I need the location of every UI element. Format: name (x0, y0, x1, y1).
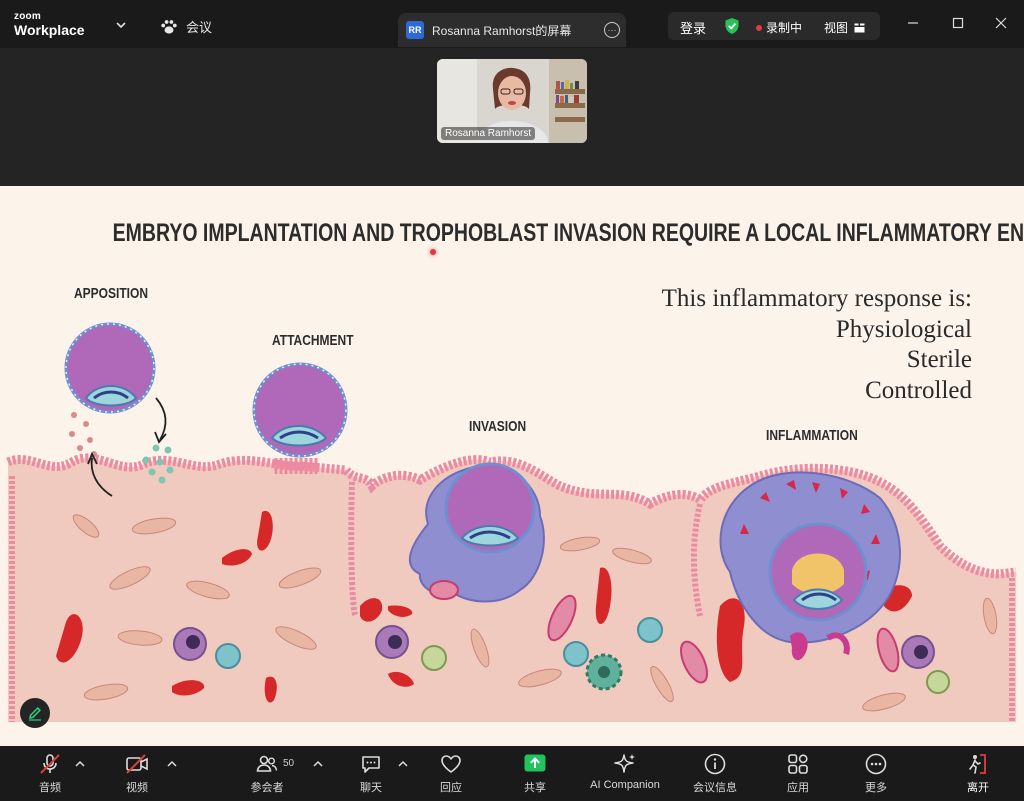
stage-label-attachment: ATTACHMENT (272, 332, 354, 349)
chat-options-chevron-icon[interactable] (398, 760, 408, 768)
response-line-physiological: Physiological (835, 315, 972, 343)
minimize-icon[interactable] (906, 16, 920, 30)
zoom-workplace-logo[interactable]: zoom Workplace (14, 11, 85, 38)
ai-companion-button[interactable]: AI Companion (582, 752, 668, 791)
reactions-label: 回应 (440, 782, 462, 794)
heart-icon (441, 755, 461, 773)
response-line-controlled: Controlled (865, 376, 972, 404)
share-tab-title: Rosanna Ramhorst的屏幕 (432, 23, 572, 38)
recording-label: 录制中 (766, 21, 803, 35)
microphone-muted-icon (40, 754, 60, 774)
response-line-intro: This inflammatory response is: (661, 285, 972, 312)
video-button[interactable]: 视频 (102, 752, 172, 795)
share-screen-icon (524, 754, 546, 772)
stage-label-invasion: INVASION (469, 418, 527, 435)
shared-screen-content[interactable]: EMBRYO IMPLANTATION AND TROPHOBLAST INVA… (0, 186, 1024, 746)
more-label: 更多 (865, 782, 887, 794)
video-label: 视频 (126, 782, 148, 794)
meeting-label: 会议 (186, 20, 213, 35)
participants-options-chevron-icon[interactable] (313, 760, 323, 768)
chat-button[interactable]: 聊天 (336, 752, 406, 795)
login-button[interactable]: 登录 (680, 18, 706, 37)
paw-icon (161, 19, 177, 34)
pencil-icon (29, 706, 42, 721)
recording-indicator[interactable]: 录制中 (756, 19, 802, 36)
meeting-menu-button[interactable]: 会议 (160, 17, 212, 36)
maximize-icon[interactable] (951, 16, 965, 30)
brand-small: zoom (14, 11, 41, 22)
annotate-button[interactable] (20, 698, 50, 728)
leave-door-icon (969, 754, 986, 774)
audio-label: 音频 (39, 782, 61, 794)
audio-options-chevron-icon[interactable] (75, 760, 85, 768)
more-button[interactable]: 更多 (841, 752, 911, 795)
response-line-sterile: Sterile (906, 346, 972, 373)
brand-name: Workplace (14, 22, 85, 38)
view-button[interactable]: 视图 (824, 19, 865, 36)
ai-sparkle-icon (614, 754, 635, 773)
more-options-icon[interactable]: ··· (604, 22, 620, 38)
reactions-button[interactable]: 回应 (416, 752, 486, 795)
grid-view-icon (854, 23, 865, 32)
participant-video[interactable]: Rosanna Ramhorst (437, 59, 587, 143)
apps-label: 应用 (787, 782, 809, 794)
close-icon[interactable] (994, 16, 1008, 30)
meeting-toolbar: 音频 视频 参会者 50 聊天 回应 共享 AI Companion 会议信息 … (0, 746, 1024, 801)
apps-icon (788, 754, 808, 774)
screen-share-tab[interactable]: RR Rosanna Ramhorst的屏幕 ··· (398, 13, 626, 47)
chat-label: 聊天 (360, 782, 382, 794)
share-label: 共享 (524, 782, 546, 794)
stage-label-inflammation: INFLAMMATION (766, 427, 858, 444)
chat-icon (362, 756, 380, 773)
meeting-info-label: 会议信息 (693, 782, 737, 794)
chevron-down-icon[interactable] (116, 21, 126, 29)
participants-icon (256, 755, 278, 772)
zoom-window: zoom Workplace 会议 RR Rosanna Ramhorst的屏幕… (0, 0, 1024, 801)
ai-companion-label: AI Companion (590, 779, 660, 791)
view-label: 视图 (824, 21, 849, 35)
encryption-shield-icon[interactable] (724, 17, 740, 35)
header-status-group: 登录 录制中 视图 (668, 12, 880, 40)
recording-dot-icon (756, 24, 762, 31)
participant-name: Rosanna Ramhorst (441, 127, 536, 140)
meeting-info-button[interactable]: 会议信息 (680, 752, 750, 795)
stage-label-apposition: APPOSITION (74, 285, 149, 302)
share-button[interactable]: 共享 (500, 752, 570, 795)
audio-button[interactable]: 音频 (15, 752, 85, 795)
leave-button[interactable]: 离开 (943, 752, 1013, 795)
participants-label: 参会者 (250, 782, 284, 794)
apps-button[interactable]: 应用 (763, 752, 833, 795)
leave-label: 离开 (967, 782, 989, 794)
more-icon (865, 753, 887, 775)
inflammatory-response-text: This inflammatory response is: Physiolog… (662, 284, 972, 406)
video-options-chevron-icon[interactable] (167, 760, 177, 768)
title-bar: zoom Workplace 会议 RR Rosanna Ramhorst的屏幕… (0, 0, 1024, 48)
presenter-avatar: RR (406, 21, 424, 39)
laser-pointer-icon (430, 249, 436, 255)
implantation-illustration (6, 322, 1017, 722)
video-strip: Rosanna Ramhorst (0, 48, 1024, 186)
participants-count: 50 (283, 758, 295, 769)
video-camera-off-icon (126, 754, 148, 774)
info-icon (704, 753, 726, 775)
